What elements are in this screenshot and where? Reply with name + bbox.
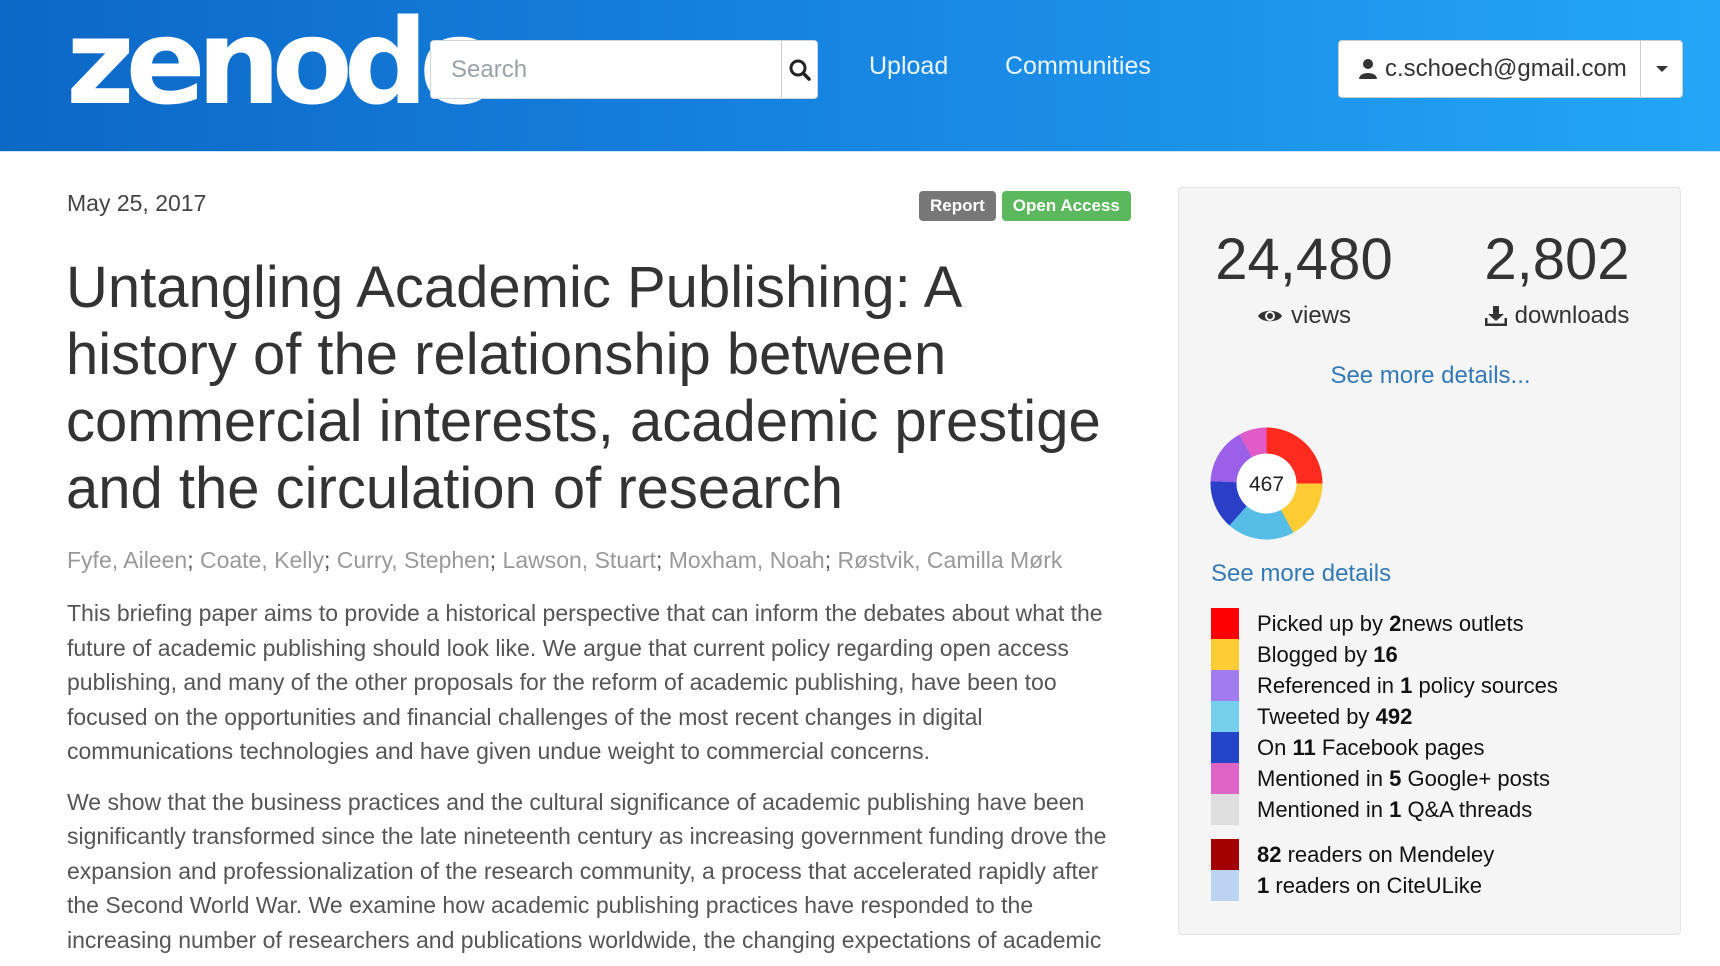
reader-row[interactable]: 82 readers on Mendeley: [1211, 839, 1558, 870]
description-paragraph: This briefing paper aims to provide a hi…: [67, 600, 1103, 764]
stats-panel: 24,480 views 2,802 downloads See more de…: [1178, 187, 1681, 935]
access-right-badge[interactable]: Open Access: [1001, 191, 1131, 221]
nav-upload-link[interactable]: Upload: [869, 52, 948, 81]
eye-icon: [1257, 310, 1282, 322]
record-description: This briefing paper aims to provide a hi…: [67, 596, 1127, 966]
caret-down-icon: [1655, 66, 1668, 72]
altmetric-score: 467: [1249, 473, 1284, 496]
search-icon: [789, 59, 811, 81]
downloads-stat: 2,802 downloads: [1442, 228, 1672, 330]
citeulike-swatch: [1211, 870, 1239, 901]
mendeley-swatch: [1211, 839, 1239, 870]
author[interactable]: Lawson, Stuart: [503, 547, 656, 573]
views-label: views: [1290, 302, 1351, 329]
see-more-stats-link[interactable]: See more details...: [1179, 362, 1682, 390]
googleplus-swatch: [1211, 763, 1239, 794]
mention-row[interactable]: Mentioned in 1 Q&A threads: [1211, 794, 1558, 825]
download-icon: [1484, 306, 1507, 326]
mention-row[interactable]: Referenced in 1 policy sources: [1211, 670, 1558, 701]
author[interactable]: Fyfe, Aileen: [67, 547, 187, 573]
blog-swatch: [1211, 639, 1239, 670]
downloads-count: 2,802: [1484, 227, 1630, 292]
policy-swatch: [1211, 670, 1239, 701]
user-dropdown-toggle[interactable]: [1640, 41, 1682, 97]
see-more-altmetric-link[interactable]: See more details: [1211, 560, 1391, 588]
mention-row[interactable]: Blogged by 16: [1211, 639, 1558, 670]
user-icon: [1359, 59, 1377, 79]
record-title: Untangling Academic Publishing: A histor…: [66, 255, 1101, 521]
reader-row[interactable]: 1 readers on CiteULike: [1211, 870, 1558, 901]
mention-row[interactable]: Mentioned in 5 Google+ posts: [1211, 763, 1558, 794]
publication-date: May 25, 2017: [67, 190, 207, 216]
mention-row[interactable]: Picked up by 2 news outlets: [1211, 608, 1558, 639]
search-button[interactable]: [781, 41, 817, 98]
user-menu: c.schoech@gmail.com: [1338, 40, 1683, 98]
altmetric-mentions: Picked up by 2 news outlets Blogged by 16…: [1211, 608, 1558, 901]
user-account-button[interactable]: c.schoech@gmail.com: [1339, 41, 1640, 97]
news-swatch: [1211, 608, 1239, 639]
qa-swatch: [1211, 794, 1239, 825]
author-list: Fyfe, Aileen; Coate, Kelly; Curry, Steph…: [67, 547, 1063, 573]
search-bar: [430, 40, 818, 99]
search-input[interactable]: [431, 41, 781, 98]
author[interactable]: Røstvik, Camilla Mørk: [837, 547, 1062, 573]
author[interactable]: Coate, Kelly: [200, 547, 324, 573]
views-count: 24,480: [1215, 227, 1393, 292]
resource-type-badge[interactable]: Report: [919, 191, 996, 221]
facebook-swatch: [1211, 732, 1239, 763]
record-badges: Report Open Access: [919, 191, 1131, 221]
altmetric-donut[interactable]: 467: [1209, 426, 1324, 541]
author[interactable]: Moxham, Noah: [669, 547, 825, 573]
user-email: c.schoech@gmail.com: [1385, 55, 1627, 82]
mention-row[interactable]: On 11 Facebook pages: [1211, 732, 1558, 763]
top-navbar: zenodo Upload Communities c.schoech@gmai…: [0, 0, 1720, 152]
nav-communities-link[interactable]: Communities: [1005, 52, 1151, 81]
twitter-swatch: [1211, 701, 1239, 732]
mention-row[interactable]: Tweeted by 492: [1211, 701, 1558, 732]
author[interactable]: Curry, Stephen: [337, 547, 490, 573]
downloads-label: downloads: [1514, 302, 1630, 329]
zenodo-logo[interactable]: zenodo: [66, 2, 500, 122]
views-stat: 24,480 views: [1189, 228, 1419, 330]
description-paragraph: We show that the business practices and …: [67, 788, 1107, 953]
